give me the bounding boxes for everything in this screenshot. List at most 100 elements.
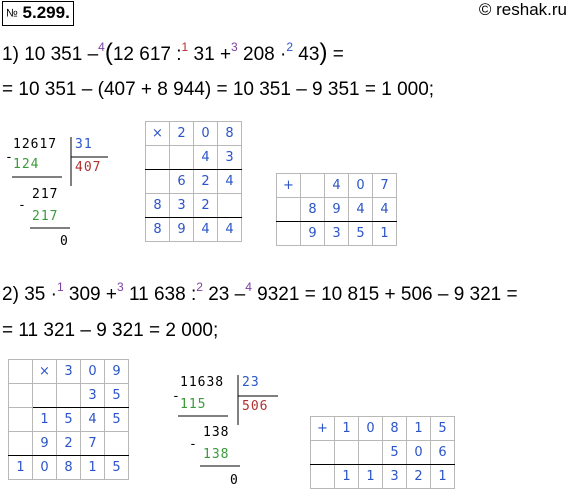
part1-term-e: 43: [298, 44, 320, 65]
div1-lines: [12, 137, 108, 229]
cell: [8, 359, 33, 384]
part2-term-e: 9321: [257, 284, 300, 305]
cell: [145, 145, 170, 170]
part2-minus: –: [234, 284, 246, 305]
cell: 9: [300, 221, 325, 246]
cell: 1: [80, 455, 105, 480]
part1-term-b: 12 617: [112, 44, 171, 65]
cell: [56, 383, 81, 408]
cell: [276, 197, 301, 222]
cell: 1: [8, 455, 33, 480]
cell: [217, 193, 242, 218]
cell: 6: [169, 169, 194, 194]
cell: 3: [56, 359, 81, 384]
cell: [8, 383, 33, 408]
cell: 3: [217, 145, 242, 170]
cell: 9: [169, 217, 194, 242]
cell: 4: [324, 173, 349, 198]
cell: 2: [193, 169, 218, 194]
cell: 5: [382, 440, 407, 465]
cell: 3: [80, 383, 105, 408]
cell: [169, 145, 194, 170]
div2-lines: [178, 375, 278, 467]
part2-order-3: 3: [117, 280, 124, 294]
cell: [32, 383, 57, 408]
part2-order-1: 1: [56, 280, 64, 294]
mult1-op: ×: [145, 121, 170, 146]
cell: 5: [104, 383, 129, 408]
cell: 4: [217, 217, 242, 242]
part1-term-d: 208: [243, 44, 275, 65]
cell: 0: [32, 455, 57, 480]
cell: 4: [217, 169, 242, 194]
cell: 2: [56, 431, 81, 456]
cell: 8: [145, 217, 170, 242]
cell: 5: [348, 221, 373, 246]
part2-term-d: 23: [208, 284, 230, 305]
part2-order-4: 4: [245, 280, 252, 294]
part2-multiplication: × 3 0 9 35 1545 927 10815: [8, 359, 129, 480]
part2-term-c: 11 638: [128, 284, 186, 305]
cell: 1: [334, 464, 359, 489]
cell: 1: [32, 407, 57, 432]
part1-order-3: 3: [231, 40, 238, 54]
cell: [358, 440, 383, 465]
cell: 6: [430, 440, 455, 465]
cell: 8: [300, 197, 325, 222]
cell: 4: [372, 197, 397, 222]
part1-multiplication: × 2 0 8 43 624 832 8944: [145, 121, 242, 242]
cell: 0: [193, 121, 218, 146]
cell: 3: [169, 193, 194, 218]
part1-plus: +: [219, 44, 232, 65]
cell: 2: [169, 121, 194, 146]
part2-rest: = 10 815 + 506 – 9 321 =: [304, 284, 518, 305]
cell: 1: [372, 221, 397, 246]
cell: 5: [430, 416, 455, 441]
cell: 9: [324, 197, 349, 222]
cell: [334, 440, 359, 465]
cell: 0: [80, 359, 105, 384]
cell: 1: [334, 416, 359, 441]
cell: 0: [406, 440, 431, 465]
part1-order-1: 1: [181, 40, 189, 54]
cell: 0: [358, 416, 383, 441]
part2-mul: ·: [50, 284, 57, 305]
part2-term-b: 309: [68, 284, 101, 305]
cell: [104, 431, 129, 456]
cell: [310, 464, 335, 489]
cell: [8, 407, 33, 432]
cell: 8: [56, 455, 81, 480]
mult2-op: ×: [32, 359, 57, 384]
part1-order-2: 2: [286, 40, 294, 54]
cell: 4: [193, 145, 218, 170]
add2-op: +: [310, 416, 335, 441]
cell: [310, 440, 335, 465]
part2-expression: 2) 35 ·1 309 +3 11 638 :2 23 –4 9321 = 1…: [2, 280, 518, 309]
cell: 4: [193, 217, 218, 242]
part2-term-a: 35: [24, 284, 46, 305]
cell: 8: [217, 121, 242, 146]
cell: 9: [32, 431, 57, 456]
cell: [8, 431, 33, 456]
cell: 9: [104, 359, 129, 384]
part2-order-2: 2: [196, 280, 203, 294]
part2-label: 2): [2, 284, 19, 305]
cell: [276, 221, 301, 246]
part1-term-c: 31: [193, 44, 215, 65]
cell: [300, 173, 325, 198]
cell: 8: [382, 416, 407, 441]
cell: 0: [348, 173, 373, 198]
part1-rparen: ): [319, 39, 328, 66]
cell: 5: [56, 407, 81, 432]
cell: 2: [193, 193, 218, 218]
part1-div: :: [176, 44, 182, 65]
part1-addition: +4 0 7 8944 9351: [276, 173, 397, 246]
watermark: © reshak.ru: [478, 0, 567, 19]
cell: 3: [382, 464, 407, 489]
cell: 4: [80, 407, 105, 432]
cell: 5: [104, 455, 129, 480]
cell: 2: [406, 464, 431, 489]
cell: 4: [348, 197, 373, 222]
part1-equals: =: [332, 44, 344, 65]
cell: 7: [372, 173, 397, 198]
